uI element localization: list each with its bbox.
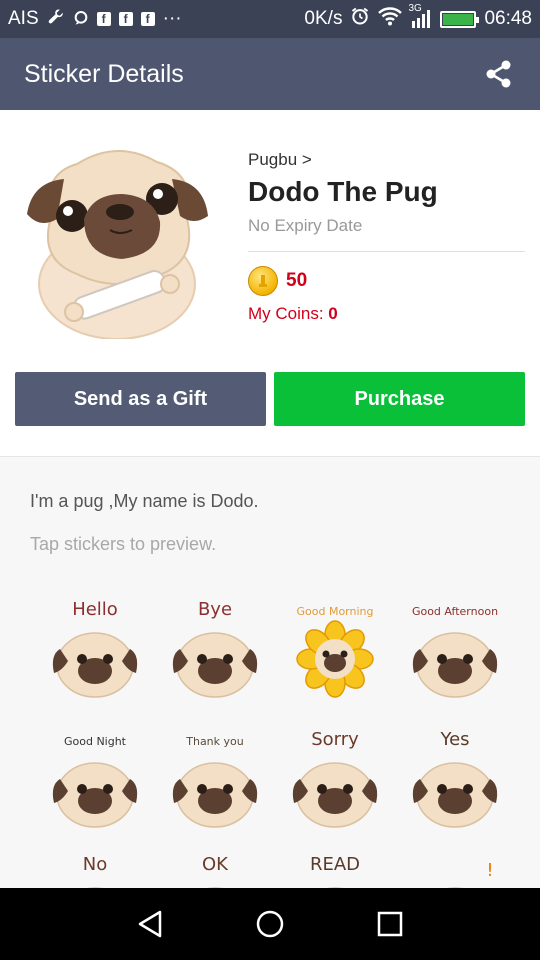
sticker-caption: Good Afternoon	[412, 605, 498, 618]
sticker-caption: No	[83, 854, 107, 875]
page-title: Sticker Details	[24, 59, 184, 88]
recent-apps-icon	[377, 911, 403, 937]
sticker-thumbnail[interactable]: Yes	[400, 727, 510, 837]
back-icon	[138, 910, 162, 938]
sticker-art: No	[83, 854, 107, 888]
sticker-thumbnail[interactable]: !	[400, 852, 510, 888]
sticker-caption: Good Morning	[297, 605, 374, 618]
facebook-icon: f	[140, 12, 155, 26]
sticker-pack-title: Dodo The Pug	[248, 176, 438, 207]
sticker-thumbnail[interactable]: Good Afternoon	[400, 597, 510, 707]
my-coins-value: 0	[328, 304, 338, 323]
sticker-art: Bye	[172, 599, 258, 698]
sticker-thumbnail[interactable]: Good Night	[40, 727, 150, 837]
sticker-art: READ	[310, 854, 360, 888]
system-nav-bar	[0, 888, 540, 960]
network-type-label: 3G	[408, 3, 422, 14]
carrier-label: AIS	[8, 8, 39, 29]
sticker-main-image[interactable]	[22, 134, 212, 340]
sticker-thumbnail[interactable]: Sorry	[280, 727, 390, 837]
sticker-thumbnail[interactable]: READ	[280, 852, 390, 888]
sticker-art: Good Morning	[296, 605, 374, 698]
sticker-caption: READ	[310, 854, 360, 875]
price-value: 50	[286, 270, 308, 291]
sticker-caption: OK	[202, 854, 229, 875]
clock-time: 06:48	[484, 8, 532, 29]
sticker-caption: Sorry	[311, 729, 359, 750]
recent-apps-button[interactable]	[370, 904, 410, 944]
sticker-thumbnail[interactable]: No	[40, 852, 150, 888]
home-icon	[256, 910, 284, 938]
coin-icon	[248, 266, 278, 296]
sticker-art: Hello	[52, 599, 138, 698]
share-icon	[486, 60, 511, 88]
sticker-detail-content: Pugbu > Dodo The Pug No Expiry Date 50 M…	[0, 110, 540, 888]
chat-icon	[73, 10, 89, 29]
send-as-gift-button[interactable]: Send as a Gift	[15, 372, 266, 426]
sticker-caption: Bye	[198, 599, 232, 620]
more-notifications-icon: ···	[162, 8, 182, 29]
sticker-art: Good Afternoon	[412, 605, 498, 698]
sticker-thumbnail[interactable]: Hello	[40, 597, 150, 707]
author-link[interactable]: Pugbu >	[248, 150, 525, 170]
sticker-art: Yes	[412, 729, 498, 828]
facebook-icon: f	[96, 12, 111, 26]
sticker-thumbnail[interactable]: OK	[160, 852, 270, 888]
sticker-description: I'm a pug ,My name is Dodo.	[30, 491, 259, 511]
my-coins: My Coins: 0	[248, 304, 525, 324]
sticker-art: Thank you	[172, 735, 258, 828]
back-button[interactable]	[130, 904, 170, 944]
sticker-caption: !	[486, 860, 493, 881]
sticker-caption: Hello	[72, 599, 118, 620]
sticker-art: Sorry	[292, 729, 378, 828]
sticker-thumbnail[interactable]: Good Morning	[280, 597, 390, 707]
alarm-icon	[350, 6, 370, 32]
wifi-icon	[378, 6, 403, 32]
purchase-button[interactable]: Purchase	[274, 372, 525, 426]
sticker-caption: Thank you	[185, 735, 243, 748]
sticker-thumbnail[interactable]: Bye	[160, 597, 270, 707]
wrench-icon	[47, 9, 65, 30]
price-row: 50	[248, 266, 525, 296]
expiry-label: No Expiry Date	[248, 216, 363, 235]
preview-hint: Tap stickers to preview.	[30, 534, 217, 554]
description-section: I'm a pug ,My name is Dodo. Tap stickers…	[0, 457, 540, 888]
status-bar: AIS f f f ··· 0K/s 3G 06:48	[0, 0, 540, 38]
facebook-icon: f	[118, 12, 133, 26]
network-speed: 0K/s	[304, 8, 343, 29]
sticker-art: !	[446, 860, 494, 888]
sticker-caption: Good Night	[64, 735, 127, 748]
my-coins-label: My Coins:	[248, 304, 329, 323]
sticker-summary: Pugbu > Dodo The Pug No Expiry Date 50 M…	[0, 110, 540, 456]
divider	[248, 251, 525, 252]
home-button[interactable]	[250, 904, 290, 944]
app-bar: Sticker Details	[0, 38, 540, 110]
signal-icon: 3G	[408, 3, 432, 29]
sticker-thumbnail[interactable]: Thank you	[160, 727, 270, 837]
sticker-caption: Yes	[439, 729, 469, 750]
sticker-info: Pugbu > Dodo The Pug No Expiry Date 50 M…	[248, 150, 525, 324]
battery-icon	[440, 10, 480, 28]
share-button[interactable]	[482, 57, 516, 91]
sticker-art: OK	[202, 854, 229, 888]
sticker-art: Good Night	[52, 735, 138, 828]
